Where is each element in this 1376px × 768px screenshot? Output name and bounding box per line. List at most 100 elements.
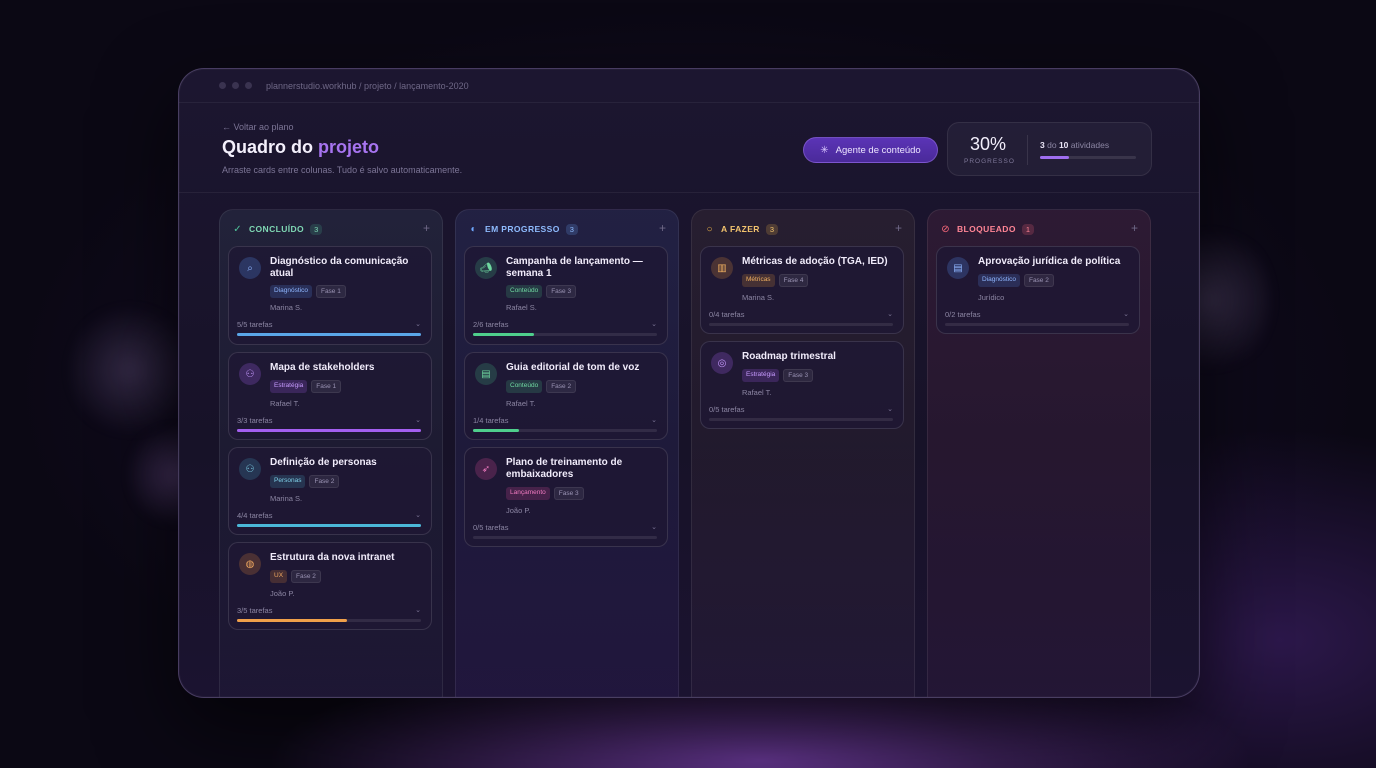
progress-count: 3 do 10 atividades: [1040, 140, 1109, 150]
content-agent-label: Agente de conteúdo: [835, 144, 921, 156]
card-owner: Rafael T.: [742, 388, 772, 397]
card-tag: Diagnóstico: [270, 285, 312, 298]
card-tags: Diagnóstico Fase 1: [270, 285, 346, 298]
back-link[interactable]: ← Voltar ao plano: [222, 122, 294, 132]
chevron-down-icon[interactable]: ⌄: [415, 511, 421, 519]
card-tags: Conteúdo Fase 2: [506, 380, 577, 393]
card-tag: Métricas: [742, 274, 775, 287]
card-tasks: 0/5 tarefas: [709, 405, 745, 414]
page-title-accent: projeto: [318, 137, 380, 157]
column-header: ⊘ BLOQUEADO 1 +: [940, 221, 1138, 236]
title-bar: plannerstudio.workhub / projeto / lançam…: [179, 69, 1199, 103]
card-phase: Fase 2: [309, 475, 340, 488]
column-count: 1: [1021, 223, 1035, 235]
card-progress-fill: [473, 333, 534, 336]
task-card[interactable]: ⚇ Definição de personas Personas Fase 2 …: [228, 447, 432, 535]
card-tasks: 5/5 tarefas: [237, 320, 273, 329]
task-card[interactable]: ◍ Estrutura da nova intranet UX Fase 2 J…: [228, 542, 432, 630]
card-progress-bar: [709, 323, 893, 326]
card-progress-bar: [237, 429, 421, 432]
search-icon: ⌕: [239, 257, 261, 279]
card-tag: Personas: [270, 475, 306, 488]
task-card[interactable]: 📣︎ Campanha de lançamento — semana 1 Con…: [464, 246, 668, 345]
maximize-dot[interactable]: [245, 82, 252, 89]
card-title: Mapa de stakeholders: [270, 362, 375, 373]
chevron-down-icon[interactable]: ⌄: [415, 320, 421, 328]
card-owner: Marina S.: [270, 494, 303, 503]
column-count: 3: [310, 223, 323, 235]
page-title-main: Quadro do: [222, 137, 313, 157]
add-card-icon[interactable]: +: [659, 221, 666, 235]
breadcrumb: plannerstudio.workhub / projeto / lançam…: [266, 80, 469, 91]
card-tasks: 1/4 tarefas: [473, 416, 509, 425]
chevron-down-icon[interactable]: ⌄: [887, 405, 893, 413]
chevron-down-icon[interactable]: ⌄: [651, 523, 657, 531]
target-icon: ◎: [711, 352, 733, 374]
task-card[interactable]: ➶ Plano de treinamento de embaixadores L…: [464, 447, 668, 547]
card-phase: Fase 3: [546, 285, 577, 298]
card-phase: Fase 2: [546, 380, 577, 393]
card-tags: Personas Fase 2: [270, 475, 340, 488]
minimize-dot[interactable]: [232, 82, 239, 89]
kanban-board: ✓ CONCLUÍDO 3 + ⌕ Diagnóstico da comunic…: [179, 193, 1199, 697]
card-progress-bar: [237, 524, 421, 527]
progress-card: 30% PROGRESSO 3 do 10 atividades: [947, 122, 1152, 176]
task-card[interactable]: ◎ Roadmap trimestral Estratégia Fase 3 R…: [700, 341, 904, 429]
column-title: CONCLUÍDO: [249, 224, 305, 234]
column-done[interactable]: ✓ CONCLUÍDO 3 + ⌕ Diagnóstico da comunic…: [219, 209, 443, 697]
task-card[interactable]: ▤ Aprovação jurídica de política Diagnós…: [936, 246, 1140, 334]
card-tasks: 4/4 tarefas: [237, 511, 273, 520]
chevron-down-icon[interactable]: ⌄: [415, 416, 421, 424]
card-phase: Fase 3: [783, 369, 814, 382]
column-title: EM PROGRESSO: [485, 224, 560, 234]
card-phase: Fase 3: [553, 487, 584, 500]
chevron-down-icon[interactable]: ⌄: [1123, 310, 1129, 318]
add-card-icon[interactable]: +: [423, 221, 430, 235]
document-icon: ▤: [947, 257, 969, 279]
card-title: Estrutura da nova intranet: [270, 552, 395, 563]
card-progress-fill: [237, 619, 348, 622]
column-in-progress[interactable]: ◐ EM PROGRESSO 3 + 📣︎ Campanha de lançam…: [455, 209, 679, 697]
card-owner: Rafael T.: [506, 399, 536, 408]
card-owner: João P.: [506, 506, 531, 515]
card-tag: Estratégia: [742, 369, 780, 382]
column-header: ◐ EM PROGRESSO 3 +: [468, 221, 666, 236]
add-card-icon[interactable]: +: [1131, 221, 1138, 235]
background-glow: [70, 300, 190, 440]
chevron-down-icon[interactable]: ⌄: [651, 320, 657, 328]
globe-icon: ◍: [239, 553, 261, 575]
window-controls: [219, 82, 252, 89]
card-tasks: 2/6 tarefas: [473, 320, 509, 329]
close-dot[interactable]: [219, 82, 226, 89]
task-card[interactable]: ⌕ Diagnóstico da comunicação atual Diagn…: [228, 246, 432, 345]
column-count: 3: [565, 223, 578, 235]
card-tag: Lançamento: [506, 487, 550, 500]
card-tags: UX Fase 2: [270, 570, 321, 583]
card-tasks: 0/5 tarefas: [473, 523, 509, 532]
task-card[interactable]: ▥ Métricas de adoção (TGA, IED) Métricas…: [700, 246, 904, 334]
progress-total: 10: [1058, 140, 1069, 150]
half-circle-icon: ◐: [470, 223, 477, 235]
chevron-down-icon[interactable]: ⌄: [415, 606, 421, 614]
card-owner: Marina S.: [270, 303, 303, 312]
add-card-icon[interactable]: +: [895, 221, 902, 235]
task-card[interactable]: ▤ Guia editorial de tom de voz Conteúdo …: [464, 352, 668, 440]
chevron-down-icon[interactable]: ⌄: [651, 416, 657, 424]
card-tag: Diagnóstico: [978, 274, 1020, 287]
progress-bar: [1040, 156, 1136, 159]
card-phase: Fase 1: [311, 380, 342, 393]
column-blocked[interactable]: ⊘ BLOQUEADO 1 + ▤ Aprovação jurídica de …: [927, 209, 1151, 697]
progress-done: 3: [1040, 140, 1045, 150]
task-card[interactable]: ⚇ Mapa de stakeholders Estratégia Fase 1…: [228, 352, 432, 440]
card-progress-fill: [237, 524, 421, 527]
card-tasks: 3/5 tarefas: [237, 606, 273, 615]
card-title: Roadmap trimestral: [742, 351, 836, 362]
card-owner: Marina S.: [742, 293, 775, 302]
megaphone-icon: 📣︎: [475, 257, 497, 279]
content-agent-button[interactable]: ✳ Agente de conteúdo: [803, 137, 938, 163]
check-icon: ✓: [233, 223, 242, 235]
chevron-down-icon[interactable]: ⌄: [887, 310, 893, 318]
card-phase: Fase 2: [291, 570, 321, 583]
card-title: Métricas de adoção (TGA, IED): [742, 256, 888, 267]
column-todo[interactable]: ○ A FAZER 3 + ▥ Métricas de adoção (TGA,…: [691, 209, 915, 697]
